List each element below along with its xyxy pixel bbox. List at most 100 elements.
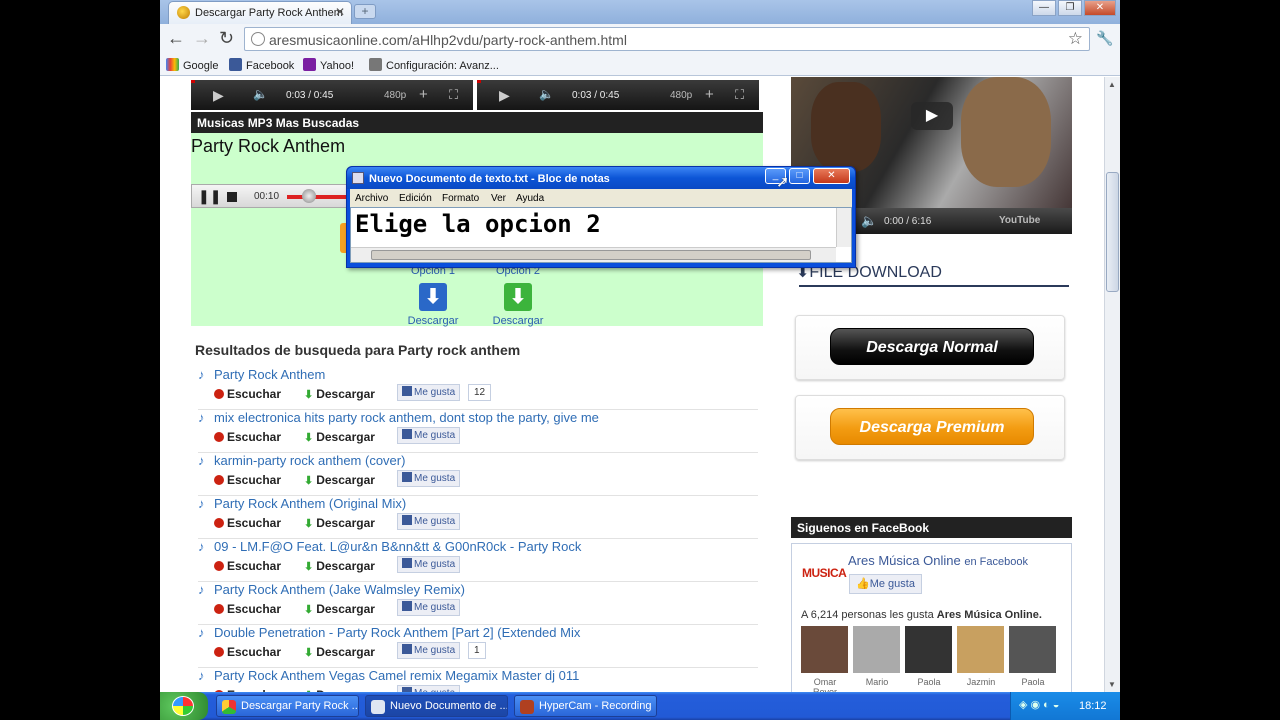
descargar-button[interactable]: ⬇Descargar [304,645,375,659]
escuchar-button[interactable]: Escuchar [214,559,281,573]
result-title-link[interactable]: Party Rock Anthem Vegas Camel remix Mega… [214,668,579,683]
descargar-button[interactable]: ⬇Descargar [304,387,375,401]
fb-like-button[interactable]: Me gusta [397,685,461,692]
back-icon[interactable]: ← [167,29,185,47]
bookmark-config[interactable]: Configuración: Avanz... [369,58,499,72]
fullscreen-icon[interactable]: ⛶ [449,87,458,103]
fan-avatar[interactable]: Mario [853,626,901,687]
play-icon[interactable]: ▶ [213,87,224,104]
download-arrow-icon[interactable]: ⬇ [419,283,447,311]
result-title-link[interactable]: karmin-party rock anthem (cover) [214,453,405,468]
tab-close-icon[interactable]: ✕ [335,5,345,19]
menu-formato[interactable]: Formato [442,193,479,204]
option-2[interactable]: Opcion 2 ⬇ Descargar [483,265,553,327]
notepad-text[interactable]: Elige la opcion 2 [355,210,601,238]
new-tab-button[interactable]: + [354,4,376,19]
option-2-download[interactable]: Descargar [493,315,544,327]
youtube-logo[interactable]: YouTube [999,215,1040,226]
task-hypercam[interactable]: HyperCam - Recording [514,695,657,717]
reload-icon[interactable]: ↻ [219,29,234,47]
descargar-button[interactable]: ⬇Descargar [304,430,375,444]
fb-page-name[interactable]: Ares Música Online en Facebook [848,553,1028,568]
video-player-2[interactable]: ▶ 🔈 0:03 / 0:45 480p + ⛶ [477,80,759,110]
menu-ayuda[interactable]: Ayuda [516,193,544,204]
menu-archivo[interactable]: Archivo [355,193,388,204]
result-title-link[interactable]: 09 - LM.F@O Feat. L@ur&n B&nn&tt & G00nR… [214,539,581,554]
notepad-hscroll-thumb[interactable] [371,250,811,260]
notepad-editor[interactable]: Elige la opcion 2 [350,207,852,263]
address-bar[interactable]: aresmusicaonline.com/aHlhp2vdu/party-roc… [244,27,1090,51]
plus-icon[interactable]: + [705,86,714,103]
descargar-button[interactable]: ⬇Descargar [304,602,375,616]
wrench-icon[interactable]: 🔧 [1096,30,1113,47]
notepad-close-button[interactable]: ✕ [813,168,850,184]
notepad-hscroll[interactable] [351,247,836,262]
fb-like-button[interactable]: Me gusta [397,427,461,444]
fb-like-button[interactable]: Me gusta [397,513,461,530]
fan-avatar[interactable]: Paola [1009,626,1057,687]
descargar-button[interactable]: ⬇Descargar [304,473,375,487]
fb-like-button[interactable]: Me gusta [397,642,461,659]
scroll-up-icon[interactable]: ▲ [1108,80,1116,89]
avatar[interactable] [957,626,1004,673]
task-notepad[interactable]: Nuevo Documento de ... [365,695,508,717]
result-title-link[interactable]: Party Rock Anthem [214,367,325,382]
volume-icon[interactable]: 🔈 [539,87,554,101]
quality-label[interactable]: 480p [670,90,692,101]
fb-like-button[interactable]: Me gusta [397,599,461,616]
plus-icon[interactable]: + [419,86,428,103]
task-chrome[interactable]: Descargar Party Rock ... [216,695,359,717]
audio-player[interactable]: ❚❚ 00:10 [191,184,352,208]
descarga-normal-button[interactable]: Descarga Normal [830,328,1034,365]
escuchar-button[interactable]: Escuchar [214,473,281,487]
bookmark-google[interactable]: Google [166,58,218,72]
close-window-button[interactable]: ✕ [1084,0,1116,16]
menu-ver[interactable]: Ver [491,193,506,204]
pause-icon[interactable]: ❚❚ [198,188,221,205]
play-icon[interactable]: ▶ [499,87,510,104]
volume-icon[interactable]: 🔈 [253,87,268,101]
notepad-maximize-button[interactable]: □ [789,168,810,184]
page-logo[interactable]: MUSICA [802,566,847,592]
fb-like-button[interactable]: 👍Me gusta [849,574,922,594]
avatar[interactable] [853,626,900,673]
scrollbar-thumb[interactable] [1106,172,1119,292]
escuchar-button[interactable]: Escuchar [214,602,281,616]
fb-like-button[interactable]: Me gusta [397,384,461,401]
avatar[interactable] [1009,626,1056,673]
bookmark-star-icon[interactable]: ☆ [1068,29,1083,49]
fb-like-button[interactable]: Me gusta [397,556,461,573]
fan-avatar[interactable]: Jazmin [957,626,1005,687]
page-scrollbar[interactable]: ▲ ▼ [1104,77,1120,692]
fan-avatar[interactable]: Omar Royer [801,626,849,692]
fan-avatar[interactable]: Paola [905,626,953,687]
volume-icon[interactable]: 🔈 [861,213,877,229]
fb-like-button[interactable]: Me gusta [397,470,461,487]
browser-tab[interactable]: Descargar Party Rock Anthem ✕ [168,1,352,24]
result-title-link[interactable]: mix electronica hits party rock anthem, … [214,410,599,425]
menu-edicion[interactable]: Edición [399,193,432,204]
quality-label[interactable]: 480p [384,90,406,101]
notepad-vscroll[interactable] [836,208,851,247]
start-button[interactable] [160,692,208,720]
stop-icon[interactable] [227,192,237,202]
escuchar-button[interactable]: Escuchar [214,645,281,659]
escuchar-button[interactable]: Escuchar [214,430,281,444]
result-title-link[interactable]: Double Penetration - Party Rock Anthem [… [214,625,580,640]
descargar-button[interactable]: ⬇Descargar [304,559,375,573]
video-player-1[interactable]: ▶ 🔈 0:03 / 0:45 480p + ⛶ [191,80,473,110]
avatar[interactable] [801,626,848,673]
minimize-button[interactable]: — [1032,0,1056,16]
forward-icon[interactable]: → [193,29,211,47]
tray-icons[interactable]: ◈◉◐◒ [1019,698,1062,711]
bookmark-facebook[interactable]: Facebook [229,58,294,72]
option-1[interactable]: Opcion 1 ⬇ Descargar [398,265,468,327]
descargar-button[interactable]: ⬇Descargar [304,516,375,530]
option-1-download[interactable]: Descargar [408,315,459,327]
result-title-link[interactable]: Party Rock Anthem (Jake Walmsley Remix) [214,582,465,597]
descarga-premium-button[interactable]: Descarga Premium [830,408,1034,445]
avatar[interactable] [905,626,952,673]
audio-seek-handle[interactable] [302,189,316,203]
fullscreen-icon[interactable]: ⛶ [735,87,744,103]
download-arrow-icon[interactable]: ⬇ [504,283,532,311]
